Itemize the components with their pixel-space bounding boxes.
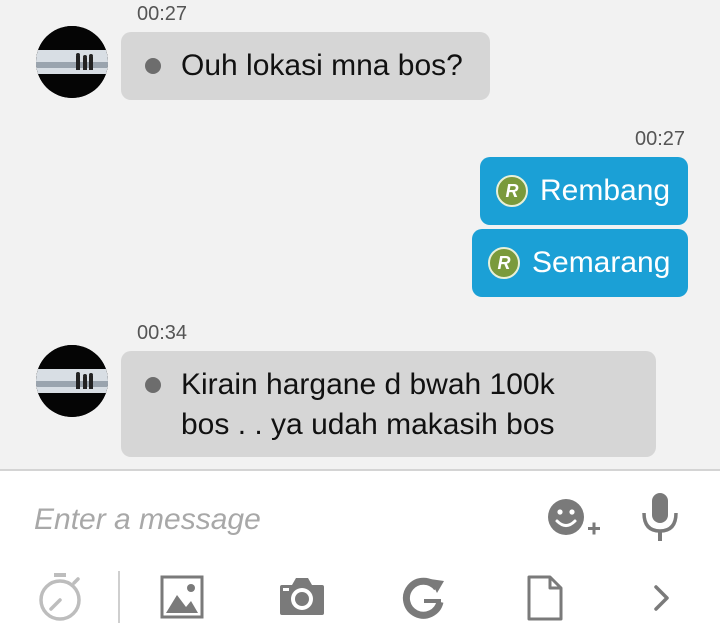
message-text-line: bos . . ya udah makasih bos [181, 408, 555, 441]
outgoing-message[interactable]: R Semarang [472, 229, 688, 297]
emoji-add-icon[interactable] [546, 495, 604, 545]
message-text: Semarang [532, 246, 671, 279]
read-dot-icon [145, 377, 161, 393]
avatar-photo-icon [36, 345, 108, 417]
message-text-line: Kirain hargane d bwah 100k [181, 368, 555, 401]
message-composer [0, 469, 720, 641]
outgoing-message[interactable]: R Rembang [480, 157, 688, 225]
refresh-g-icon[interactable] [400, 575, 446, 621]
chevron-right-icon[interactable] [652, 583, 672, 613]
avatar-photo-icon [36, 26, 108, 98]
status-badge: R [488, 247, 520, 279]
toolbar-divider [118, 571, 120, 623]
chat-area[interactable]: 00:27 Ouh lokasi mna bos? 00:27 R Remban… [0, 0, 720, 469]
timestamp: 00:27 [137, 3, 188, 25]
read-dot-icon [145, 58, 161, 74]
avatar[interactable] [36, 26, 108, 98]
incoming-message[interactable]: Kirain hargane d bwah 100k bos . . ya ud… [121, 351, 656, 457]
status-badge: R [496, 175, 528, 207]
message-input[interactable] [32, 497, 516, 543]
message-text: Rembang [540, 174, 671, 207]
timer-icon[interactable] [36, 571, 84, 623]
timestamp: 00:34 [137, 322, 188, 344]
microphone-icon[interactable] [640, 491, 680, 543]
image-icon[interactable] [160, 575, 204, 619]
timestamp: 00:27 [635, 128, 686, 150]
avatar[interactable] [36, 345, 108, 417]
camera-icon[interactable] [278, 575, 326, 617]
incoming-message[interactable]: Ouh lokasi mna bos? [121, 32, 490, 100]
file-icon[interactable] [527, 575, 563, 621]
message-text: Ouh lokasi mna bos? [181, 49, 463, 82]
